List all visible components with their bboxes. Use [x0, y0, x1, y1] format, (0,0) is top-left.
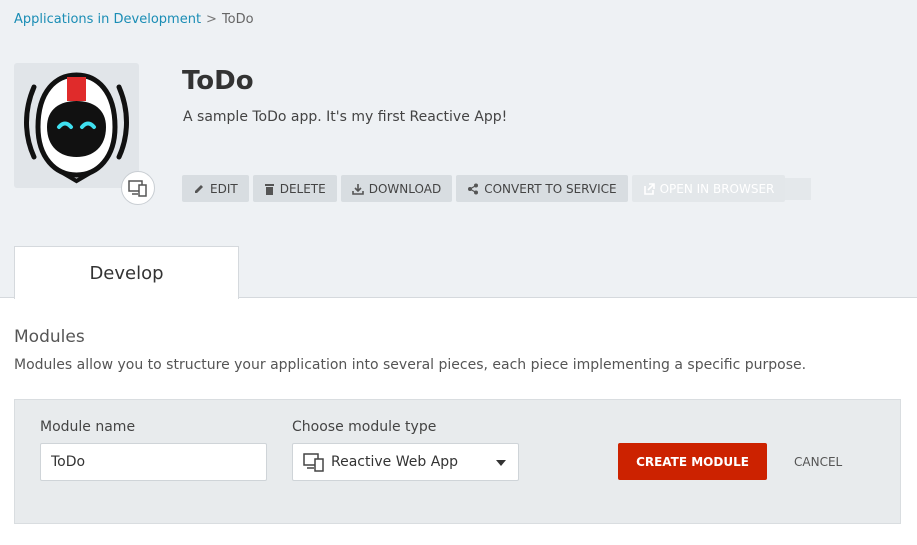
devices-icon: [303, 453, 324, 472]
open-in-browser-button-label: OPEN IN BROWSER: [659, 181, 775, 196]
delete-button[interactable]: DELETE: [252, 175, 337, 202]
app-title: ToDo: [182, 66, 254, 96]
trash-icon: [264, 183, 274, 195]
module-name-label: Module name: [40, 419, 136, 435]
app-header: Applications in Development > ToDo ToDo A: [0, 0, 917, 299]
create-module-form: Module name Choose module type Reactive …: [14, 399, 901, 524]
download-icon: [351, 183, 364, 195]
cancel-button[interactable]: CANCEL: [794, 443, 842, 480]
edit-button-label: EDIT: [210, 181, 238, 196]
convert-to-service-button-label: CONVERT TO SERVICE: [484, 181, 617, 196]
app-description: A sample ToDo app. It's my first Reactiv…: [183, 109, 508, 125]
caret-down-icon: [496, 460, 506, 466]
breadcrumb-parent-link[interactable]: Applications in Development: [14, 12, 201, 27]
external-link-icon: [643, 182, 655, 195]
delete-button-label: DELETE: [279, 181, 326, 196]
breadcrumb-current: ToDo: [221, 12, 254, 27]
download-button-label: DOWNLOAD: [368, 181, 442, 196]
tab-divider-mask: [15, 297, 238, 298]
app-actions-toolbar: EDIT DELETE DOWNLOAD CONVERT TO SERVICE …: [182, 175, 812, 202]
modules-title: Modules: [14, 327, 85, 347]
module-type-value: Reactive Web App: [331, 454, 459, 470]
module-type-label: Choose module type: [292, 419, 437, 435]
pencil-icon: [195, 184, 203, 193]
astronaut-robot-icon: [24, 72, 129, 184]
open-in-browser-button[interactable]: OPEN IN BROWSER: [631, 175, 786, 202]
module-type-select[interactable]: Reactive Web App: [292, 443, 519, 481]
modules-description: Modules allow you to structure your appl…: [14, 357, 807, 373]
create-module-button[interactable]: CREATE MODULE: [618, 443, 767, 480]
share-nodes-icon: [468, 183, 479, 194]
edit-button[interactable]: EDIT: [182, 175, 249, 202]
open-in-browser-dropdown[interactable]: [785, 177, 812, 200]
convert-to-service-button[interactable]: CONVERT TO SERVICE: [456, 175, 628, 202]
breadcrumb: Applications in Development > ToDo: [14, 12, 254, 27]
download-button[interactable]: DOWNLOAD: [340, 175, 453, 202]
app-type-badge: [121, 171, 155, 205]
app-icon: [14, 63, 139, 188]
tab-develop[interactable]: Develop: [14, 246, 239, 299]
devices-icon: [128, 180, 147, 197]
breadcrumb-separator: >: [206, 12, 217, 27]
module-name-input[interactable]: [40, 443, 267, 481]
